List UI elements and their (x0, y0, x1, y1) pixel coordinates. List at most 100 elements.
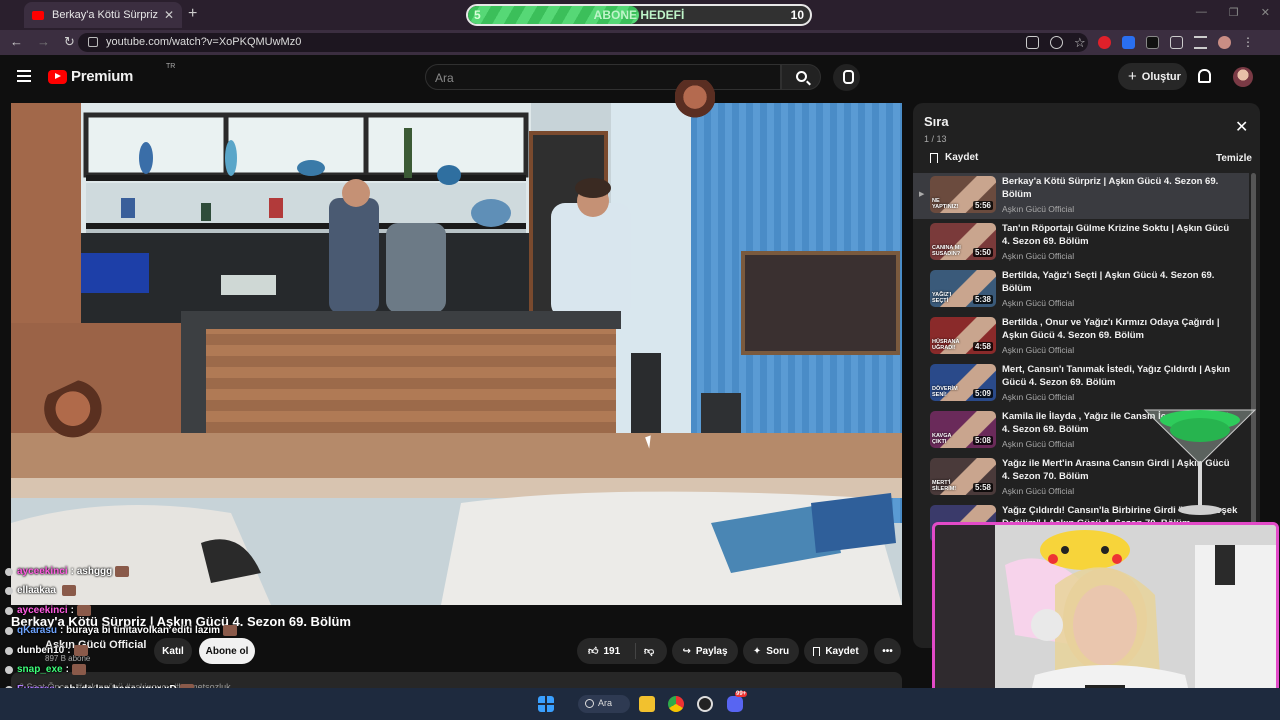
close-icon[interactable]: ✕ (1235, 120, 1248, 136)
plus-icon: + (1128, 68, 1137, 85)
cocktail-glass-overlay-icon (1143, 409, 1257, 515)
youtube-logo[interactable]: Premium TR (48, 63, 175, 85)
tab-close-icon[interactable]: ✕ (164, 8, 174, 22)
chat-message: qKarasu: buraya bi tinitavolkan editi la… (5, 625, 238, 636)
extension-blue-icon[interactable] (1122, 36, 1135, 49)
cast-icon[interactable] (1026, 36, 1039, 49)
minimize-icon[interactable]: — (1196, 6, 1207, 19)
chat-username: ayceekinci (17, 566, 68, 577)
goal-start: 5 (474, 8, 481, 22)
chat-badge-icon (5, 665, 13, 674)
goal-end: 10 (790, 8, 804, 22)
queue-save-button[interactable]: Kaydet (930, 152, 978, 163)
queue-item[interactable]: ▶ NE YAPTINIZ! 5:56 Berkay'a Kötü Sürpriz |… (913, 173, 1249, 219)
queue-item-title[interactable]: Bertilda , Onur ve Yağız'ı Kırmızı Odaya… (1002, 317, 1238, 342)
queue-thumbnail[interactable]: CANINA MI SUSADIN? 5:50 (930, 223, 996, 260)
chat-emote-icon (115, 566, 130, 577)
new-tab-button[interactable]: + (188, 5, 197, 23)
chat-text: : ashggg (70, 566, 113, 577)
queue-item-channel: Aşkın Gücü Official (1002, 439, 1075, 449)
chat-emote-icon (71, 664, 86, 675)
save-button[interactable]: Kaydet (804, 638, 868, 664)
chat-username: snap_exe (17, 664, 63, 675)
search-input[interactable]: Ara (425, 64, 781, 90)
chat-username: qKarasu (17, 625, 58, 636)
browser-tab[interactable]: Berkay'a Kötü Sürpriz | Aşkın Gücü 4. Se… (24, 2, 182, 28)
discord-icon[interactable] (727, 696, 743, 712)
puzzle-icon[interactable] (1170, 36, 1183, 49)
queue-item-channel: Aşkın Gücü Official (1002, 298, 1075, 308)
notifications-bell-icon[interactable] (1198, 69, 1211, 83)
video-player[interactable] (11, 103, 902, 605)
queue-item[interactable]: HÜSRANA UĞRADI! 4:58 Bertilda , Onur ve Ya… (913, 314, 1249, 360)
chat-badge-icon (5, 567, 13, 576)
windows-start-icon[interactable] (538, 696, 554, 712)
chat-emote-icon (223, 625, 238, 636)
queue-item-channel: Aşkın Gücü Official (1002, 251, 1075, 261)
queue-item-title[interactable]: Mert, Cansın'ı Tanımak İstedi, Yağız Çıl… (1002, 364, 1238, 389)
chat-emote-icon (73, 645, 88, 656)
goal-label: ABONE HEDEFİ (593, 8, 685, 22)
maximize-icon[interactable]: ❐ (1229, 6, 1239, 19)
window-close-icon[interactable]: ✕ (1261, 6, 1270, 19)
queue-thumbnail[interactable]: YAĞIZ'I SEÇTİ 5:38 (930, 270, 996, 307)
queue-thumbnail[interactable]: KAVGA ÇIKTI 5:08 (930, 411, 996, 448)
media-icon[interactable] (1194, 36, 1207, 49)
queue-thumbnail[interactable]: DÖVERİM SENİ! 5:09 (930, 364, 996, 401)
search-button[interactable] (781, 64, 821, 90)
queue-item-channel: Aşkın Gücü Official (1002, 204, 1075, 214)
queue-item[interactable]: YAĞIZ'I SEÇTİ 5:38 Bertilda, Yağız'ı Seçti… (913, 267, 1249, 313)
create-button[interactable]: + Oluştur (1118, 63, 1187, 90)
back-icon[interactable]: ← (10, 34, 23, 50)
share-button[interactable]: ↪ Paylaş (672, 638, 738, 664)
queue-item-title[interactable]: Berkay'a Kötü Sürpriz | Aşkın Gücü 4. Se… (1002, 176, 1238, 201)
queue-item-channel: Aşkın Gücü Official (1002, 486, 1075, 496)
kebab-menu-icon[interactable]: ⋮ (1242, 36, 1255, 49)
obs-icon[interactable] (697, 696, 713, 712)
sparkle-icon: ✦ (752, 645, 762, 657)
eye-off-icon[interactable] (1050, 36, 1063, 49)
thumbs-down-icon[interactable]: 👎︎ (644, 645, 654, 657)
address-bar[interactable]: youtube.com/watch?v=XoPKQMUwMz0 (78, 33, 1088, 52)
extension-dark-icon[interactable] (1146, 36, 1159, 49)
now-playing-icon: ▶ (919, 191, 925, 198)
queue-thumbnail[interactable]: NE YAPTINIZ! 5:56 (930, 176, 996, 213)
bookmark-icon (813, 646, 821, 656)
voice-search-button[interactable] (833, 64, 860, 91)
queue-item-title[interactable]: Tan'ın Röportajı Gülme Krizine Soktu | A… (1002, 223, 1238, 248)
forward-icon[interactable]: → (37, 34, 50, 50)
video-frame (11, 103, 902, 605)
queue-item-channel: Aşkın Gücü Official (1002, 392, 1075, 402)
region-code: TR (166, 63, 176, 70)
thumbnail-text: KAVGA ÇIKTI (932, 433, 952, 445)
taskbar-search[interactable]: Ara (578, 695, 630, 713)
subscribe-button[interactable]: Abone ol (199, 638, 255, 664)
queue-thumbnail[interactable]: MERT'İ SİLERİM! 5:58 (930, 458, 996, 495)
queue-item[interactable]: CANINA MI SUSADIN? 5:50 Tan'ın Röportajı G… (913, 220, 1249, 266)
queue-item-title[interactable]: Bertilda, Yağız'ı Seçti | Aşkın Gücü 4. … (1002, 270, 1238, 295)
hamburger-menu-icon[interactable] (17, 70, 31, 82)
chat-text: : buraya bi tinitavolkan editi lazım (60, 625, 221, 636)
queue-clear-button[interactable]: Temizle (1216, 153, 1252, 164)
site-info-icon[interactable] (88, 37, 98, 47)
bookmark-star-icon[interactable]: ☆ (1074, 36, 1087, 49)
join-button[interactable]: Katıl (154, 638, 192, 664)
divider (635, 643, 636, 659)
more-actions-button[interactable]: ••• (874, 638, 901, 664)
thumbs-up-icon[interactable]: 👍︎ (588, 645, 598, 657)
queue-thumbnail[interactable]: HÜSRANA UĞRADI! 4:58 (930, 317, 996, 354)
chrome-icon[interactable] (668, 696, 684, 712)
browser-toolbar: ← → ↻ youtube.com/watch?v=XoPKQMUwMz0 ☆ … (0, 30, 1280, 55)
like-dislike-button[interactable]: 👍︎ 191 👎︎ (577, 638, 667, 664)
extension-red-icon[interactable] (1098, 36, 1111, 49)
profile-icon[interactable] (1218, 36, 1231, 49)
ask-button[interactable]: ✦ Soru (743, 638, 799, 664)
chat-emote-icon (61, 585, 76, 596)
avatar[interactable] (1233, 67, 1253, 87)
share-label: Paylaş (695, 645, 728, 657)
extension-icons: ☆ ⋮ (1026, 36, 1255, 49)
chat-text: : (67, 645, 71, 656)
reload-icon[interactable]: ↻ (64, 34, 75, 50)
chat-message: snap_exe: (5, 664, 86, 675)
file-explorer-icon[interactable] (639, 696, 655, 712)
